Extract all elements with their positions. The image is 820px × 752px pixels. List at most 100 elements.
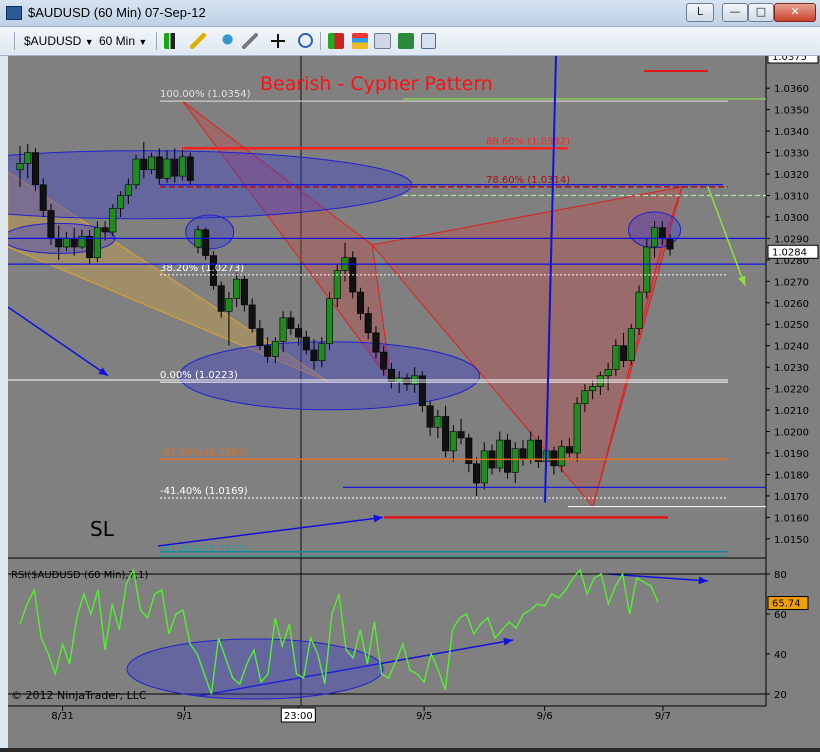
time-tick-label: 8/31: [51, 711, 73, 722]
time-tick-label: 9/1: [177, 711, 193, 722]
bearish-candle: [372, 332, 380, 353]
properties-icon[interactable]: [398, 33, 414, 49]
bearish-candle: [256, 328, 264, 346]
bullish-candle: [93, 227, 101, 259]
interval-selector[interactable]: 60 Min ▼: [99, 31, 147, 51]
chart-area[interactable]: 100.00% (1.0354) 88.60% (1.0332) 78.60% (1…: [0, 49, 820, 748]
toolbar-grip: [14, 32, 15, 50]
instrument-selector[interactable]: $AUDUSD ▼: [24, 31, 94, 51]
price-tick-label: 1.0150: [774, 535, 809, 546]
fib-level-label: 100.00% (1.0354): [160, 89, 251, 100]
bullish-candle: [132, 158, 140, 186]
bearish-candle: [86, 235, 94, 259]
copyright-text: © 2012 NinjaTrader, LLC: [11, 689, 147, 702]
price-tick-label: 1.0290: [774, 234, 809, 245]
toolbar-separator: [320, 32, 321, 50]
bullish-candle: [117, 195, 125, 209]
chevron-down-icon: ▼: [84, 37, 94, 47]
bearish-candle: [39, 184, 47, 211]
window-title: $AUDUSD (60 Min) 07-Sep-12: [28, 5, 206, 20]
fib-level-label: -61.80% (1.0142): [160, 544, 248, 555]
bearish-candle: [666, 238, 674, 250]
bearish-candle: [47, 210, 55, 239]
bullish-candle: [179, 156, 187, 177]
chevron-down-icon: ▼: [138, 37, 148, 47]
link-button[interactable]: L: [686, 3, 714, 22]
bullish-candle: [24, 152, 32, 164]
bullish-candle: [612, 345, 620, 370]
bearish-candle: [31, 152, 39, 186]
bearish-candle: [550, 450, 558, 467]
bullish-candle: [16, 162, 24, 171]
pencil-icon[interactable]: [190, 33, 206, 49]
bearish-candle: [426, 405, 434, 428]
bearish-candle: [457, 431, 465, 439]
fib-level-label: -41.40% (1.0169): [160, 486, 248, 497]
bullish-candle: [527, 439, 535, 460]
fib-level-label: 88.60% (1.0332): [486, 136, 570, 147]
title-bar[interactable]: $AUDUSD (60 Min) 07-Sep-12 L — □ ✕: [0, 0, 820, 27]
bearish-candle: [240, 278, 248, 306]
maximize-button[interactable]: □: [748, 3, 774, 22]
bullish-candle: [643, 246, 651, 293]
price-tick-label: 1.0190: [774, 449, 809, 460]
data-box-icon[interactable]: [421, 33, 436, 49]
time-tick-label: 23:00: [284, 711, 313, 722]
price-tick-label: 1.0360: [774, 84, 809, 95]
price-top-marker-label: 1.0375: [772, 56, 807, 63]
bullish-candle: [558, 446, 566, 467]
bearish-candle: [658, 227, 666, 239]
bearish-candle: [295, 328, 303, 338]
bullish-candle: [604, 369, 612, 377]
zoom-icon[interactable]: [298, 33, 313, 48]
app-icon: [6, 6, 22, 20]
rsi-tick-label: 40: [774, 650, 787, 661]
bearish-candle: [519, 448, 527, 460]
rsi-title: RSI($AUDUSD (60 Min),7,1): [11, 570, 148, 581]
bullish-candle: [271, 341, 279, 357]
crosshair-icon[interactable]: [270, 33, 286, 49]
bullish-candle: [163, 158, 171, 179]
bearish-candle: [620, 345, 628, 362]
bullish-candle: [62, 238, 70, 248]
instrument-label: $AUDUSD: [24, 34, 82, 48]
sl-label: SL: [90, 517, 115, 541]
fib-level-label: 0.00% (1.0223): [160, 370, 238, 381]
chart-svg[interactable]: 100.00% (1.0354)88.60% (1.0332)78.60% (1…: [0, 49, 820, 748]
bearish-candle: [140, 158, 148, 171]
price-tick-label: 1.0310: [774, 191, 809, 202]
bearish-candle: [248, 304, 256, 329]
bullish-candle: [279, 317, 287, 342]
bearish-candle: [403, 377, 411, 385]
close-button[interactable]: ✕: [774, 3, 816, 22]
price-tick-label: 1.0210: [774, 406, 809, 417]
bearish-candle: [186, 156, 194, 181]
bearish-candle: [534, 439, 542, 462]
indicators-icon[interactable]: [352, 33, 368, 49]
price-tick-label: 1.0240: [774, 342, 809, 353]
bearish-candle: [310, 349, 318, 362]
minimize-button[interactable]: —: [722, 3, 748, 22]
bullish-candle: [225, 298, 233, 312]
last-price-label: 1.0284: [772, 247, 807, 258]
bars-icon[interactable]: [164, 33, 180, 49]
price-tick-label: 1.0300: [774, 213, 809, 224]
bullish-candle: [627, 328, 635, 362]
price-tick-label: 1.0340: [774, 127, 809, 138]
bullish-candle: [596, 375, 604, 387]
pushpin-icon[interactable]: [218, 33, 234, 49]
time-tick-label: 9/7: [655, 711, 671, 722]
strategy-icon[interactable]: [374, 33, 391, 49]
bullish-candle: [434, 416, 442, 428]
bullish-candle: [148, 156, 156, 171]
wand-icon[interactable]: [242, 33, 258, 49]
bearish-candle: [202, 229, 210, 256]
bearish-candle: [171, 158, 179, 177]
bullish-candle: [233, 278, 241, 299]
price-tick-label: 1.0170: [774, 492, 809, 503]
bearish-candle: [380, 351, 388, 370]
price-tick-label: 1.0180: [774, 470, 809, 481]
bullish-candle: [635, 291, 643, 329]
bullish-candle: [581, 390, 589, 404]
chart-style-icon[interactable]: [328, 33, 344, 49]
